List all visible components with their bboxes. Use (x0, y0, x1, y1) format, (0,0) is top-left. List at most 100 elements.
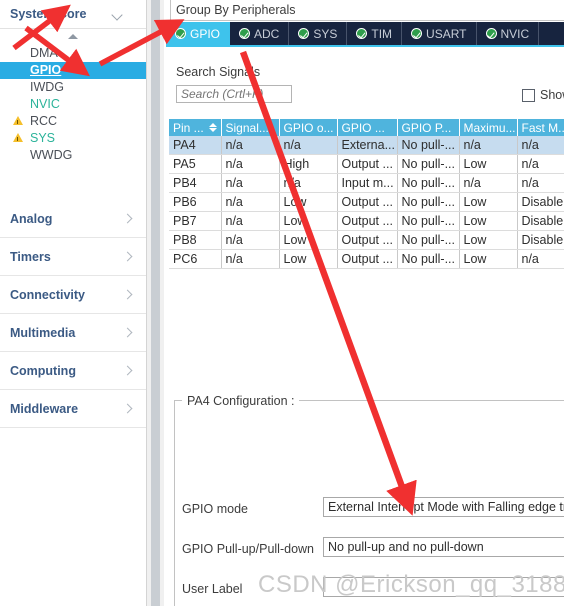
tab-label: ADC (254, 26, 280, 41)
table-row[interactable]: PA5 n/a High Output ... No pull-... Low … (169, 154, 564, 174)
check-circle-icon (411, 28, 423, 39)
show-only-modified-checkbox[interactable]: Show (522, 88, 564, 102)
cell-signal: n/a (221, 192, 280, 212)
column-header-gpio-pull[interactable]: GPIO P... (397, 119, 460, 136)
tab-tim[interactable]: TIM (347, 22, 403, 45)
cell-fast-mode: Disable (517, 192, 564, 212)
sidebar-category-label: Middleware (10, 401, 79, 416)
sidebar-category-label: Timers (10, 249, 51, 264)
sidebar-category-computing[interactable]: Computing (0, 352, 146, 390)
gpio-pull-select[interactable]: No pull-up and no pull-down (323, 537, 564, 557)
checkbox-icon[interactable] (522, 88, 535, 102)
cell-fast-mode: n/a (517, 173, 564, 193)
sidebar-category-multimedia[interactable]: Multimedia (0, 314, 146, 352)
chevron-right-icon (124, 367, 132, 375)
tab-label: NVIC (500, 26, 530, 41)
sidebar-item-gpio[interactable]: GPIO (0, 62, 146, 79)
gpio-mode-select[interactable]: External Interrupt Mode with Falling edg… (323, 497, 564, 517)
gpio-mode-label: GPIO mode (182, 502, 248, 516)
cell-signal: n/a (221, 154, 280, 174)
chevron-right-icon (124, 215, 132, 223)
sidebar-category-connectivity[interactable]: Connectivity (0, 276, 146, 314)
tab-active-underline (166, 45, 564, 47)
sidebar-category-label: Analog (10, 211, 53, 226)
sidebar-item-rcc[interactable]: RCC (0, 113, 146, 130)
sidebar-item-iwdg[interactable]: IWDG (0, 79, 146, 96)
peripheral-list: DMA GPIO IWDG NVIC RCC SYS WWDG (0, 43, 146, 164)
cell-output-level: Low (279, 211, 338, 231)
table-row[interactable]: PB6 n/a Low Output ... No pull-... Low D… (169, 192, 564, 212)
sidebar-item-wwdg[interactable]: WWDG (0, 147, 146, 164)
cell-signal: n/a (221, 173, 280, 193)
column-header-fast-mode[interactable]: Fast M... (517, 119, 564, 136)
tab-sys[interactable]: SYS (289, 22, 348, 45)
search-input[interactable] (176, 85, 292, 103)
sidebar-item-dma[interactable]: DMA (0, 45, 146, 62)
check-circle-icon (485, 28, 497, 39)
sidebar-category-analog[interactable]: Analog (0, 200, 146, 238)
check-circle-icon (175, 28, 186, 39)
column-header-label: Fast M... (521, 120, 564, 135)
check-circle-icon (298, 28, 310, 39)
cell-gpio-mode: Input m... (337, 173, 398, 193)
chevron-down-icon[interactable] (113, 9, 124, 20)
column-header-gpio-output-level[interactable]: GPIO o... (279, 119, 338, 136)
sort-arrows-icon[interactable] (208, 123, 217, 132)
scrollbar-thumb[interactable] (151, 0, 160, 606)
tab-label: SYS (313, 26, 338, 41)
cell-output-level: Low (279, 230, 338, 250)
sidebar-category-label: System Core (10, 7, 87, 21)
column-header-signal[interactable]: Signal... (221, 119, 280, 136)
tab-usart[interactable]: USART (402, 22, 477, 45)
table-row[interactable]: PC6 n/a Low Output ... No pull-... Low n… (169, 249, 564, 269)
column-header-label: GPIO ... (341, 120, 385, 135)
sidebar-item-label: GPIO (30, 63, 62, 77)
tab-gpio[interactable]: GPIO (166, 22, 231, 45)
sidebar-category-system-core[interactable]: System Core (0, 0, 146, 29)
column-header-label: Signal... (225, 120, 269, 135)
scroll-up-arrow-icon[interactable] (0, 29, 146, 43)
column-header-gpio-mode[interactable]: GPIO ... (337, 119, 398, 136)
cell-gpio-mode: Output ... (337, 211, 398, 231)
cell-max-speed: Low (459, 230, 518, 250)
search-signals-label: Search Signals (176, 65, 261, 79)
table-row[interactable]: PB7 n/a Low Output ... No pull-... Low D… (169, 211, 564, 231)
table-row[interactable]: PB8 n/a Low Output ... No pull-... Low D… (169, 230, 564, 250)
peripheral-tab-bar: GPIO ADC SYS TIM USART NVIC (166, 22, 564, 45)
tab-nvic[interactable]: NVIC (476, 22, 540, 45)
cell-fast-mode: n/a (517, 249, 564, 269)
check-circle-icon (239, 28, 251, 39)
sidebar-item-label: WWDG (30, 148, 73, 162)
cell-signal: n/a (221, 136, 280, 155)
cell-max-speed: n/a (459, 173, 518, 193)
warning-triangle-icon (13, 133, 23, 142)
cell-signal: n/a (221, 211, 280, 231)
cell-max-speed: Low (459, 249, 518, 269)
sidebar-category-timers[interactable]: Timers (0, 238, 146, 276)
tab-label: GPIO (190, 26, 221, 41)
table-row[interactable]: PB4 n/a n/a Input m... No pull-... n/a n… (169, 173, 564, 193)
csdn-watermark: CSDN @Erickson_qq_31885403 (258, 571, 564, 598)
table-row[interactable]: PA4 n/a n/a Externa... No pull-... n/a n… (169, 136, 564, 155)
cell-gpio-mode: Output ... (337, 192, 398, 212)
sidebar-item-sys[interactable]: SYS (0, 130, 146, 147)
pin-configuration-title: PA4 Configuration : (182, 394, 300, 408)
cell-gpio-pull: No pull-... (397, 154, 460, 174)
column-header-maximum-speed[interactable]: Maximu... (459, 119, 518, 136)
cell-gpio-pull: No pull-... (397, 230, 460, 250)
cell-pin: PA4 (169, 136, 222, 155)
vertical-scrollbar[interactable] (146, 0, 165, 606)
sidebar-category-middleware[interactable]: Middleware (0, 390, 146, 428)
peripheral-sidebar: System Core DMA GPIO IWDG NVIC RCC SYS W… (0, 0, 146, 606)
cell-fast-mode: Disable (517, 211, 564, 231)
tab-adc[interactable]: ADC (230, 22, 290, 45)
column-header-label: GPIO o... (283, 120, 334, 135)
cell-pin: PB8 (169, 230, 222, 250)
column-header-pin[interactable]: Pin ... (169, 119, 222, 136)
sidebar-item-nvic[interactable]: NVIC (0, 96, 146, 113)
group-by-selector[interactable]: Group By Peripherals (170, 0, 564, 21)
cell-pin: PB6 (169, 192, 222, 212)
cell-gpio-pull: No pull-... (397, 211, 460, 231)
gpio-mode-value: External Interrupt Mode with Falling edg… (328, 500, 564, 514)
